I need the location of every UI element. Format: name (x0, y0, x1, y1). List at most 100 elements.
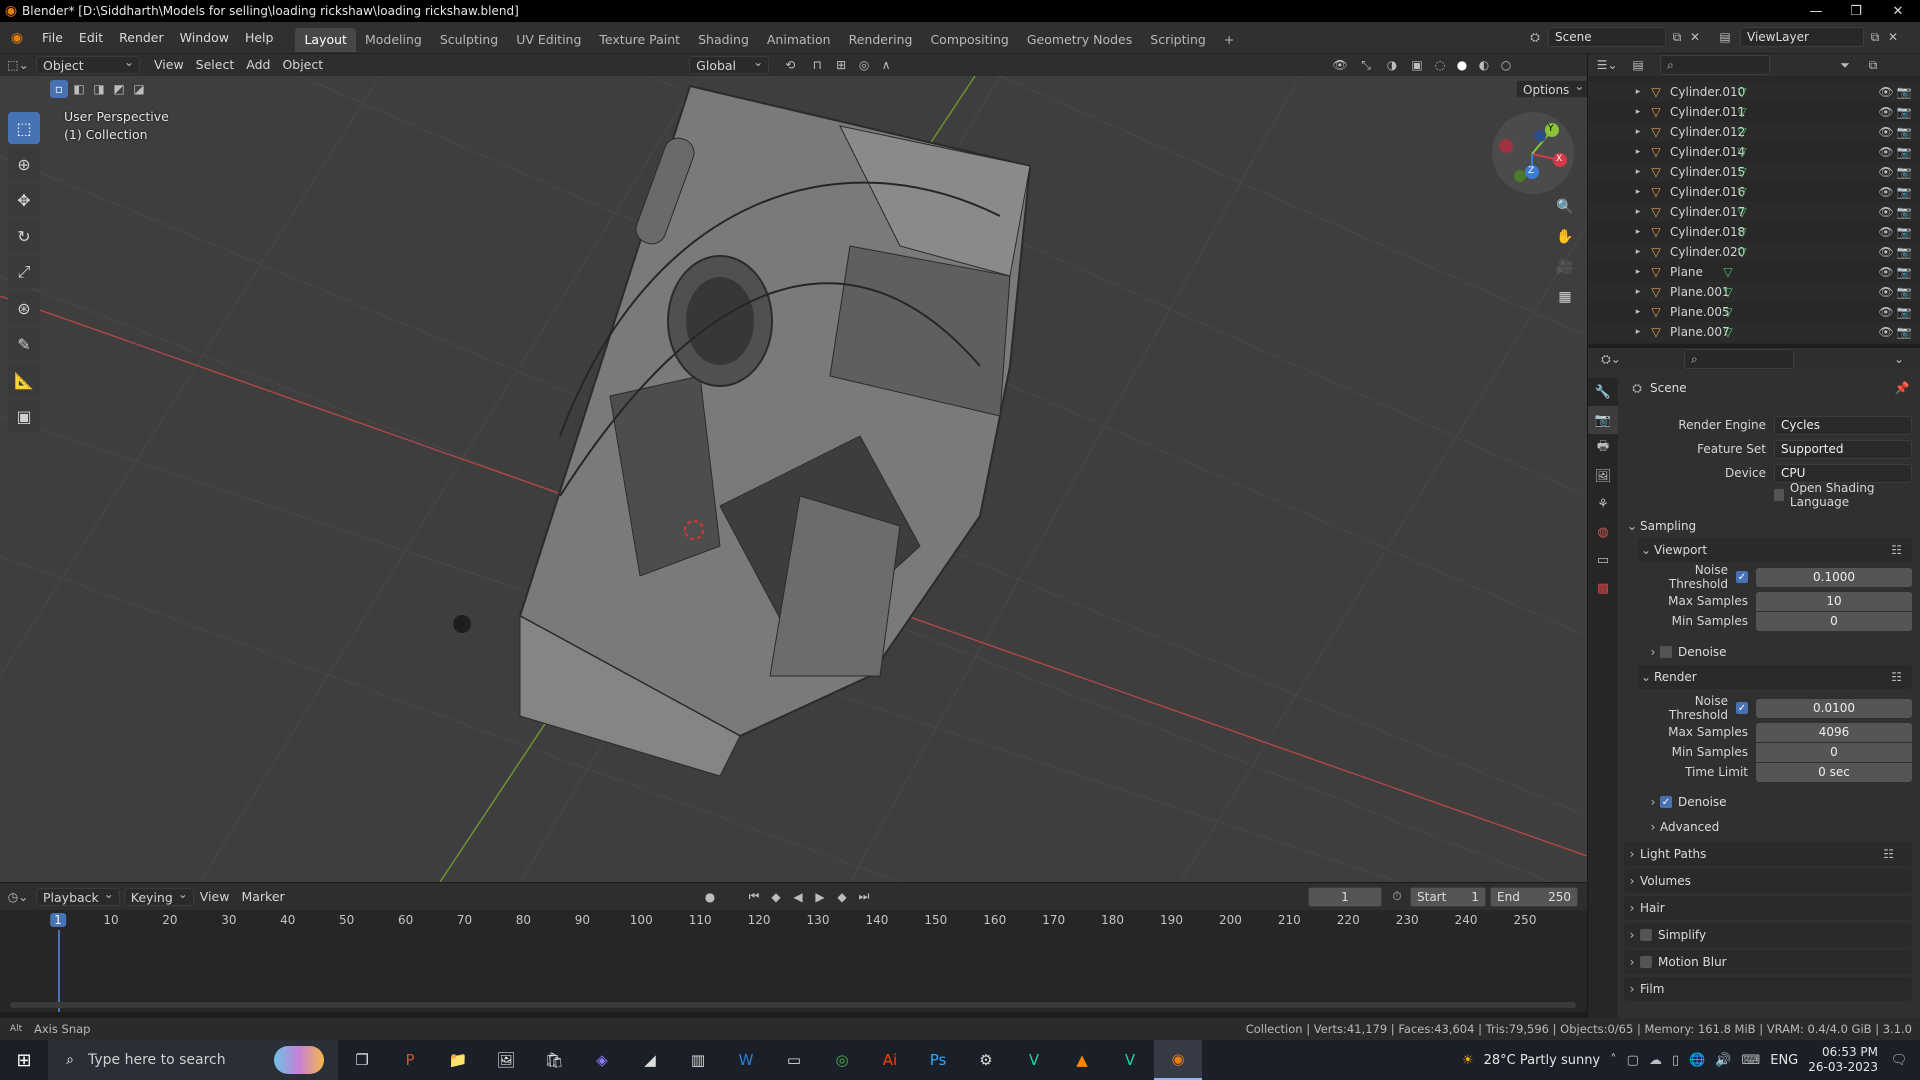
object-name[interactable]: Plane.007 (1670, 325, 1730, 339)
clock-icon[interactable]: ⏱ (1388, 889, 1406, 904)
language-indicator[interactable]: ENG (1770, 1053, 1798, 1068)
menu-window[interactable]: Window (172, 27, 237, 49)
motion-blur-checkbox[interactable] (1640, 956, 1652, 968)
illustrator-icon[interactable]: Ai (866, 1040, 914, 1080)
viewport-subsection[interactable]: ⌄ Viewport ☷ (1638, 538, 1912, 562)
tab-scripting[interactable]: Scripting (1141, 28, 1215, 52)
tab-compositing[interactable]: Compositing (921, 28, 1017, 52)
prev-keyframe-icon[interactable]: ◆ (766, 889, 786, 904)
tray-chevron-icon[interactable]: ˄ (1610, 1053, 1617, 1068)
scene-icon[interactable]: ⛭ (1526, 30, 1544, 45)
object-name[interactable]: Plane.005 (1670, 305, 1730, 319)
render-tab-icon[interactable]: 📷 (1588, 406, 1618, 434)
list-icon[interactable]: ☷ (1891, 543, 1902, 557)
outliner-row[interactable]: ▸ ▽ Cylinder.020 ▽ 👁 📷 (1588, 242, 1920, 262)
filter-icon[interactable]: ⏷ (1834, 58, 1856, 73)
blender-menu-icon[interactable]: ◉ (0, 30, 34, 46)
play-reverse-icon[interactable]: ◀ (788, 889, 808, 904)
tab-uv-editing[interactable]: UV Editing (507, 28, 590, 52)
render-visibility-icon[interactable]: 📷 (1896, 105, 1912, 119)
view-layer-tab-icon[interactable]: 🖼 (1588, 462, 1618, 490)
expand-arrow-icon[interactable]: ▸ (1628, 247, 1648, 257)
camera-view-icon[interactable]: 🎥 (1552, 254, 1578, 280)
next-keyframe-icon[interactable]: ◆ (832, 889, 852, 904)
move-tool-icon[interactable]: ✥ (8, 184, 40, 216)
pan-hand-icon[interactable]: ✋ (1552, 224, 1578, 250)
timeline-body[interactable] (0, 930, 1587, 1012)
render-visibility-icon[interactable]: 📷 (1896, 305, 1912, 319)
outliner-editor-icon[interactable]: ☰⌄ (1594, 58, 1620, 72)
eye-icon[interactable]: 👁 (1878, 265, 1894, 279)
viewlayer-icon[interactable]: ▤ (1714, 30, 1736, 44)
outliner-row[interactable]: ▸ ▽ Cylinder.016 ▽ 👁 📷 (1588, 182, 1920, 202)
current-frame-field[interactable]: 1 (1308, 886, 1382, 907)
collection-tab-icon[interactable]: ▭ (1588, 546, 1618, 574)
output-tab-icon[interactable]: 🖶 (1588, 434, 1618, 462)
file-explorer-icon[interactable]: 📁 (434, 1040, 482, 1080)
expand-arrow-icon[interactable]: ▸ (1628, 307, 1648, 317)
overlays-icon[interactable]: ◑ (1380, 58, 1404, 73)
photos-icon[interactable]: 🖼 (482, 1040, 530, 1080)
vp-noise-threshold-checkbox[interactable]: ✓ (1736, 571, 1748, 583)
zoom-icon[interactable]: 🔍 (1552, 194, 1578, 220)
3d-viewport[interactable]: User Perspective (1) Collection ▫ ◧ ◨ ◩ … (0, 76, 1587, 882)
osl-checkbox[interactable] (1774, 489, 1784, 501)
viewlayer-field[interactable]: ViewLayer (1740, 27, 1864, 47)
r-max-samples-field[interactable]: 4096 (1756, 722, 1912, 742)
outliner-row[interactable]: ▸ ▽ Cylinder.017 ▽ 👁 📷 (1588, 202, 1920, 222)
blender-taskbar-icon[interactable]: ◉ (1154, 1040, 1202, 1080)
marker-menu[interactable]: Marker (235, 888, 290, 906)
outliner-row[interactable]: ▸ ▽ Plane.005 ▽ 👁 📷 (1588, 302, 1920, 322)
object-name[interactable]: Cylinder.014 (1670, 145, 1745, 159)
onedrive-icon[interactable]: ☁ (1649, 1053, 1662, 1068)
object-name[interactable]: Cylinder.016 (1670, 185, 1745, 199)
timeline-ruler[interactable]: 1 10 20 30 40 50 60 70 80 90 100 110 120 130 140 150 160… (0, 910, 1587, 930)
maximize-button[interactable]: ❐ (1836, 0, 1876, 22)
tab-rendering[interactable]: Rendering (840, 28, 922, 52)
pin-icon[interactable]: 📌 (1894, 381, 1910, 395)
menu-help[interactable]: Help (237, 27, 282, 49)
object-name[interactable]: Cylinder.015 (1670, 165, 1745, 179)
rotate-tool-icon[interactable]: ↻ (8, 220, 40, 252)
app4-icon[interactable]: ⚙ (962, 1040, 1010, 1080)
eye-icon[interactable]: 👁 (1878, 105, 1894, 119)
transform-tool-icon[interactable]: ⊛ (8, 292, 40, 324)
word-icon[interactable]: W (722, 1040, 770, 1080)
delete-viewlayer-icon[interactable]: ✕ (1886, 30, 1900, 44)
vp-max-samples-field[interactable]: 10 (1756, 591, 1912, 611)
app-icon[interactable]: ◢ (626, 1040, 674, 1080)
jump-end-icon[interactable]: ⏭ (854, 889, 874, 904)
start-frame-field[interactable]: Start 1 (1410, 886, 1486, 907)
tab-modeling[interactable]: Modeling (356, 28, 431, 52)
hair-section[interactable]: › Hair (1624, 896, 1912, 920)
scale-tool-icon[interactable]: ⤢ (8, 256, 40, 288)
scene-field[interactable]: Scene (1548, 27, 1666, 47)
browser-icon[interactable]: ◈ (578, 1040, 626, 1080)
r-denoise-subsection[interactable]: › ✓ Denoise (1646, 790, 1912, 814)
app6-icon[interactable]: V (1106, 1040, 1154, 1080)
device-dropdown[interactable]: CPU (1774, 463, 1912, 483)
solid-shading-icon[interactable]: ● (1452, 58, 1472, 73)
object-name[interactable]: Cylinder.020 (1670, 245, 1745, 259)
record-icon[interactable]: ● (700, 890, 720, 904)
select-subtract-icon[interactable]: ◨ (90, 80, 108, 98)
menu-render[interactable]: Render (111, 27, 172, 49)
light-paths-section[interactable]: › Light Paths ☷ (1624, 842, 1912, 866)
render-visibility-icon[interactable]: 📷 (1896, 145, 1912, 159)
outliner-row[interactable]: ▸ ▽ Cylinder.012 ▽ 👁 📷 (1588, 122, 1920, 142)
select-intersect-icon[interactable]: ◪ (130, 80, 148, 98)
render-visibility-icon[interactable]: 📷 (1896, 265, 1912, 279)
vp-noise-threshold-field[interactable]: 0.1000 (1756, 567, 1912, 587)
visibility-icon[interactable]: 👁 (1328, 58, 1352, 73)
render-visibility-icon[interactable]: 📷 (1896, 225, 1912, 239)
end-frame-field[interactable]: End 250 (1490, 886, 1578, 907)
add-workspace-button[interactable]: + (1215, 28, 1243, 52)
texture-tab-icon[interactable]: ▩ (1588, 574, 1618, 602)
close-button[interactable]: ✕ (1878, 0, 1918, 22)
motion-blur-section[interactable]: › Motion Blur (1624, 950, 1912, 974)
proportional-edit-icon[interactable]: ◎ (853, 58, 875, 72)
r-noise-threshold-field[interactable]: 0.0100 (1756, 698, 1912, 718)
cursor-tool-icon[interactable]: ⊕ (8, 148, 40, 180)
volumes-section[interactable]: › Volumes (1624, 869, 1912, 893)
eye-icon[interactable]: 👁 (1878, 85, 1894, 99)
